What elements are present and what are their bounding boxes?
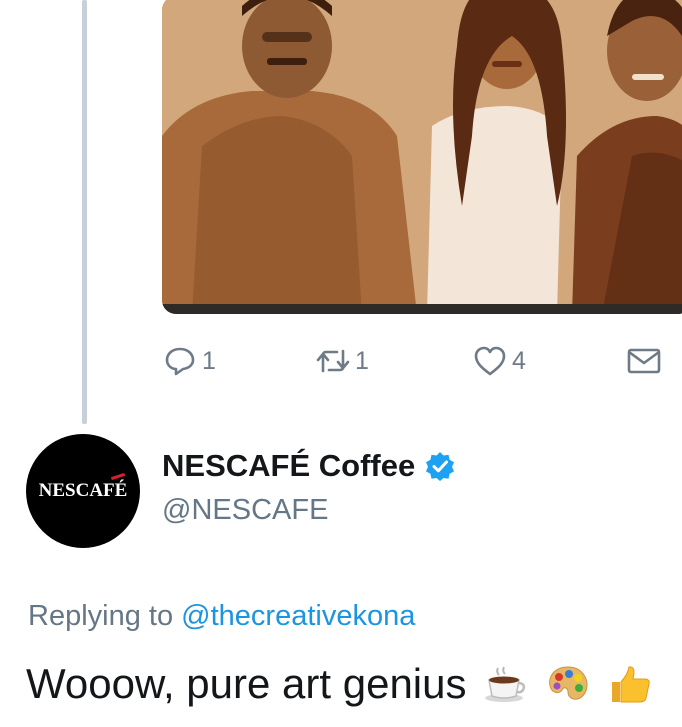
logo-accent-mark [111, 472, 126, 481]
coffee-painting-image [162, 0, 682, 314]
thumbs-up-emoji [608, 664, 652, 714]
heart-icon [472, 343, 508, 379]
nescafe-logo: NESCAFÉ [39, 472, 127, 502]
replying-to-prefix: Replying to [28, 600, 174, 632]
coffee-cup-emoji [484, 664, 528, 714]
verified-badge-icon [425, 451, 455, 481]
tweet-media-image[interactable] [162, 0, 682, 314]
replying-to-line: Replying to @thecreativekona [28, 600, 415, 633]
reply-count: 1 [202, 346, 216, 375]
tweet-body: Wooow, pure art genius [26, 660, 467, 707]
user-display-name[interactable]: NESCAFÉ Coffee [162, 448, 455, 484]
user-handle[interactable]: @NESCAFE [162, 494, 328, 527]
like-count: 4 [512, 346, 526, 375]
like-button[interactable]: 4 [472, 336, 526, 386]
artist-palette-emoji [546, 664, 590, 714]
envelope-icon [626, 343, 662, 379]
retweet-icon [315, 343, 351, 379]
tweet-action-bar: 1 1 4 [0, 336, 682, 386]
reply-icon [162, 343, 198, 379]
retweet-button[interactable]: 1 [315, 336, 369, 386]
avatar[interactable]: NESCAFÉ [26, 434, 140, 548]
tweet-text: Wooow, pure art genius [26, 660, 652, 714]
direct-message-button[interactable] [626, 336, 662, 386]
retweet-count: 1 [355, 346, 369, 375]
reply-button[interactable]: 1 [162, 336, 216, 386]
mention-link[interactable]: @thecreativekona [181, 600, 415, 632]
